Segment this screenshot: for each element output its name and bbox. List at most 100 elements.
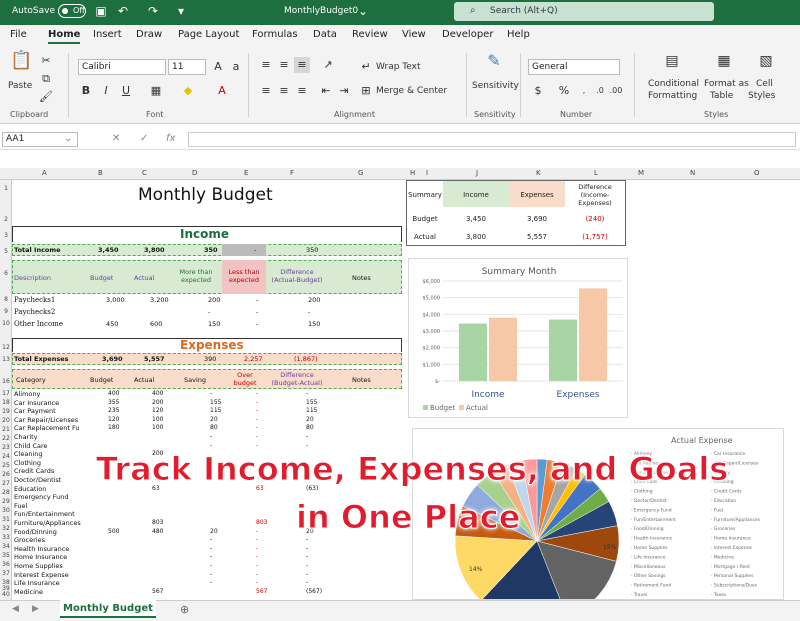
expense-row-saving[interactable]: - bbox=[210, 562, 212, 569]
row-header[interactable]: 5 bbox=[0, 248, 12, 255]
expenses-col-saving[interactable]: Saving bbox=[184, 376, 206, 384]
align-right-icon[interactable]: ≡ bbox=[294, 83, 310, 99]
summary-hdr-expenses[interactable]: Expenses bbox=[509, 191, 565, 199]
expense-row-label[interactable]: Health Insurance bbox=[14, 545, 69, 553]
summary-row-diff[interactable]: (1,757) bbox=[565, 233, 625, 241]
redo-icon[interactable]: ↷ bbox=[146, 4, 160, 18]
font-size-select[interactable]: 11 bbox=[168, 59, 206, 75]
row-header[interactable]: 26 bbox=[0, 471, 12, 478]
expense-row-label[interactable]: Alimony bbox=[14, 390, 40, 398]
search-box[interactable]: ⌕ Search (Alt+Q) bbox=[454, 2, 714, 21]
expense-row-label[interactable]: Credit Cards bbox=[14, 467, 54, 475]
total-income-less[interactable]: - bbox=[254, 246, 256, 254]
expense-row-label[interactable]: Car Replacement Fu bbox=[14, 424, 80, 432]
expenses-col-budget[interactable]: Budget bbox=[90, 376, 113, 384]
increase-indent-icon[interactable]: ⇥ bbox=[336, 83, 352, 99]
menu-data[interactable]: Data bbox=[313, 29, 337, 40]
expense-row-saving[interactable]: 20 bbox=[210, 416, 218, 423]
total-expenses-budget[interactable]: 3,690 bbox=[102, 355, 123, 363]
expense-row-actual[interactable]: 400 bbox=[152, 390, 163, 397]
income-row-label[interactable]: Paychecks2 bbox=[14, 308, 55, 316]
expense-row-diff[interactable]: - bbox=[306, 390, 308, 397]
expense-row-label[interactable]: Cleaning bbox=[14, 450, 43, 458]
income-col-less[interactable]: Less than expected bbox=[222, 268, 266, 284]
expense-row-label[interactable]: Car Repair/Licenses bbox=[14, 416, 78, 424]
row-header[interactable]: 27 bbox=[0, 480, 12, 487]
expense-row-over[interactable]: - bbox=[256, 579, 258, 586]
row-header[interactable]: 2 bbox=[0, 216, 12, 223]
expense-row-over[interactable]: - bbox=[256, 433, 258, 440]
column-header[interactable]: B bbox=[98, 169, 103, 177]
expense-row-diff[interactable]: (567) bbox=[306, 588, 322, 595]
add-sheet-icon[interactable]: ⊕ bbox=[180, 603, 189, 616]
menu-draw[interactable]: Draw bbox=[136, 29, 162, 40]
menu-insert[interactable]: Insert bbox=[93, 29, 122, 40]
expense-row-saving[interactable]: - bbox=[210, 571, 212, 578]
customize-icon[interactable]: ▾ bbox=[174, 4, 188, 18]
income-row-more[interactable]: 150 bbox=[208, 320, 220, 328]
total-income-actual[interactable]: 3,800 bbox=[144, 246, 165, 254]
align-bottom-icon[interactable]: ≡ bbox=[294, 57, 310, 73]
column-header[interactable]: F bbox=[290, 169, 294, 177]
expense-row-budget[interactable]: 355 bbox=[108, 399, 119, 406]
expense-row-label[interactable]: Child Care bbox=[14, 442, 48, 450]
expense-row-diff[interactable]: - bbox=[306, 545, 308, 552]
expense-row-diff[interactable]: 155 bbox=[306, 399, 317, 406]
row-header[interactable]: 34 bbox=[0, 543, 12, 550]
expense-row-over[interactable]: - bbox=[256, 399, 258, 406]
cell-styles-label2[interactable]: Styles bbox=[748, 91, 775, 101]
expense-row-saving[interactable]: - bbox=[210, 390, 212, 397]
row-header[interactable]: 1 bbox=[0, 185, 12, 192]
income-row-less[interactable]: - bbox=[256, 296, 258, 304]
income-row-diff[interactable]: 150 bbox=[308, 320, 320, 328]
copy-icon[interactable]: ⧉ bbox=[38, 71, 54, 87]
conditional-formatting-label2[interactable]: Formatting bbox=[648, 91, 697, 101]
total-expenses-actual[interactable]: 5,557 bbox=[144, 355, 165, 363]
menu-page-layout[interactable]: Page Layout bbox=[178, 29, 239, 40]
income-row-budget[interactable]: 450 bbox=[106, 320, 118, 328]
expense-row-label[interactable]: Car Payment bbox=[14, 407, 56, 415]
summary-row-expenses[interactable]: 5,557 bbox=[509, 233, 565, 241]
row-header[interactable]: 20 bbox=[0, 417, 12, 424]
menu-file[interactable]: File bbox=[10, 29, 27, 40]
decrease-decimal-icon[interactable]: .00 bbox=[608, 83, 624, 99]
wrap-text-icon[interactable]: ↵ bbox=[358, 59, 374, 75]
sensitivity-icon[interactable]: ✎ bbox=[484, 53, 504, 75]
expense-row-over[interactable]: - bbox=[256, 553, 258, 560]
format-table-label1[interactable]: Format as bbox=[704, 79, 749, 89]
total-income-diff[interactable]: 350 bbox=[306, 246, 318, 254]
column-header[interactable]: G bbox=[358, 169, 363, 177]
income-row-diff[interactable]: - bbox=[308, 308, 310, 316]
income-row-actual[interactable]: 3,200 bbox=[150, 296, 169, 304]
expense-row-diff[interactable]: - bbox=[306, 571, 308, 578]
income-row-budget[interactable]: 3,000 bbox=[106, 296, 125, 304]
wrap-text-button[interactable]: Wrap Text bbox=[376, 62, 421, 72]
expense-row-budget[interactable]: 120 bbox=[108, 416, 119, 423]
namebox-dropdown-icon[interactable]: ⌄ bbox=[64, 133, 72, 144]
income-row-actual[interactable]: 600 bbox=[150, 320, 162, 328]
row-header[interactable]: 18 bbox=[0, 399, 12, 406]
summary-hdr-income[interactable]: Income bbox=[443, 191, 509, 199]
row-header[interactable]: 35 bbox=[0, 552, 12, 559]
sensitivity-button[interactable]: Sensitivity bbox=[472, 81, 519, 91]
menu-formulas[interactable]: Formulas bbox=[252, 29, 298, 40]
align-top-icon[interactable]: ≡ bbox=[258, 57, 274, 73]
undo-icon[interactable]: ↶ bbox=[116, 4, 130, 18]
row-header[interactable]: 36 bbox=[0, 561, 12, 568]
font-name-select[interactable]: Calibri bbox=[78, 59, 166, 75]
income-col-description[interactable]: Description bbox=[14, 274, 51, 282]
column-header[interactable]: D bbox=[192, 169, 197, 177]
expense-row-actual[interactable]: 200 bbox=[152, 399, 163, 406]
expense-row-over[interactable]: 567 bbox=[256, 588, 267, 595]
align-middle-icon[interactable]: ≡ bbox=[276, 57, 292, 73]
expense-row-label[interactable]: Medicine bbox=[14, 588, 43, 596]
save-icon[interactable]: ▣ bbox=[94, 4, 108, 18]
expense-row-actual[interactable]: 567 bbox=[152, 588, 163, 595]
row-header[interactable]: 13 bbox=[0, 356, 12, 363]
cell-styles-icon[interactable]: ▧ bbox=[756, 53, 776, 73]
row-header[interactable]: 17 bbox=[0, 390, 12, 397]
column-header[interactable]: J bbox=[476, 169, 478, 177]
expense-row-actual[interactable]: 100 bbox=[152, 424, 163, 431]
paste-button[interactable]: Paste bbox=[8, 81, 32, 91]
cut-icon[interactable]: ✂ bbox=[38, 53, 54, 69]
